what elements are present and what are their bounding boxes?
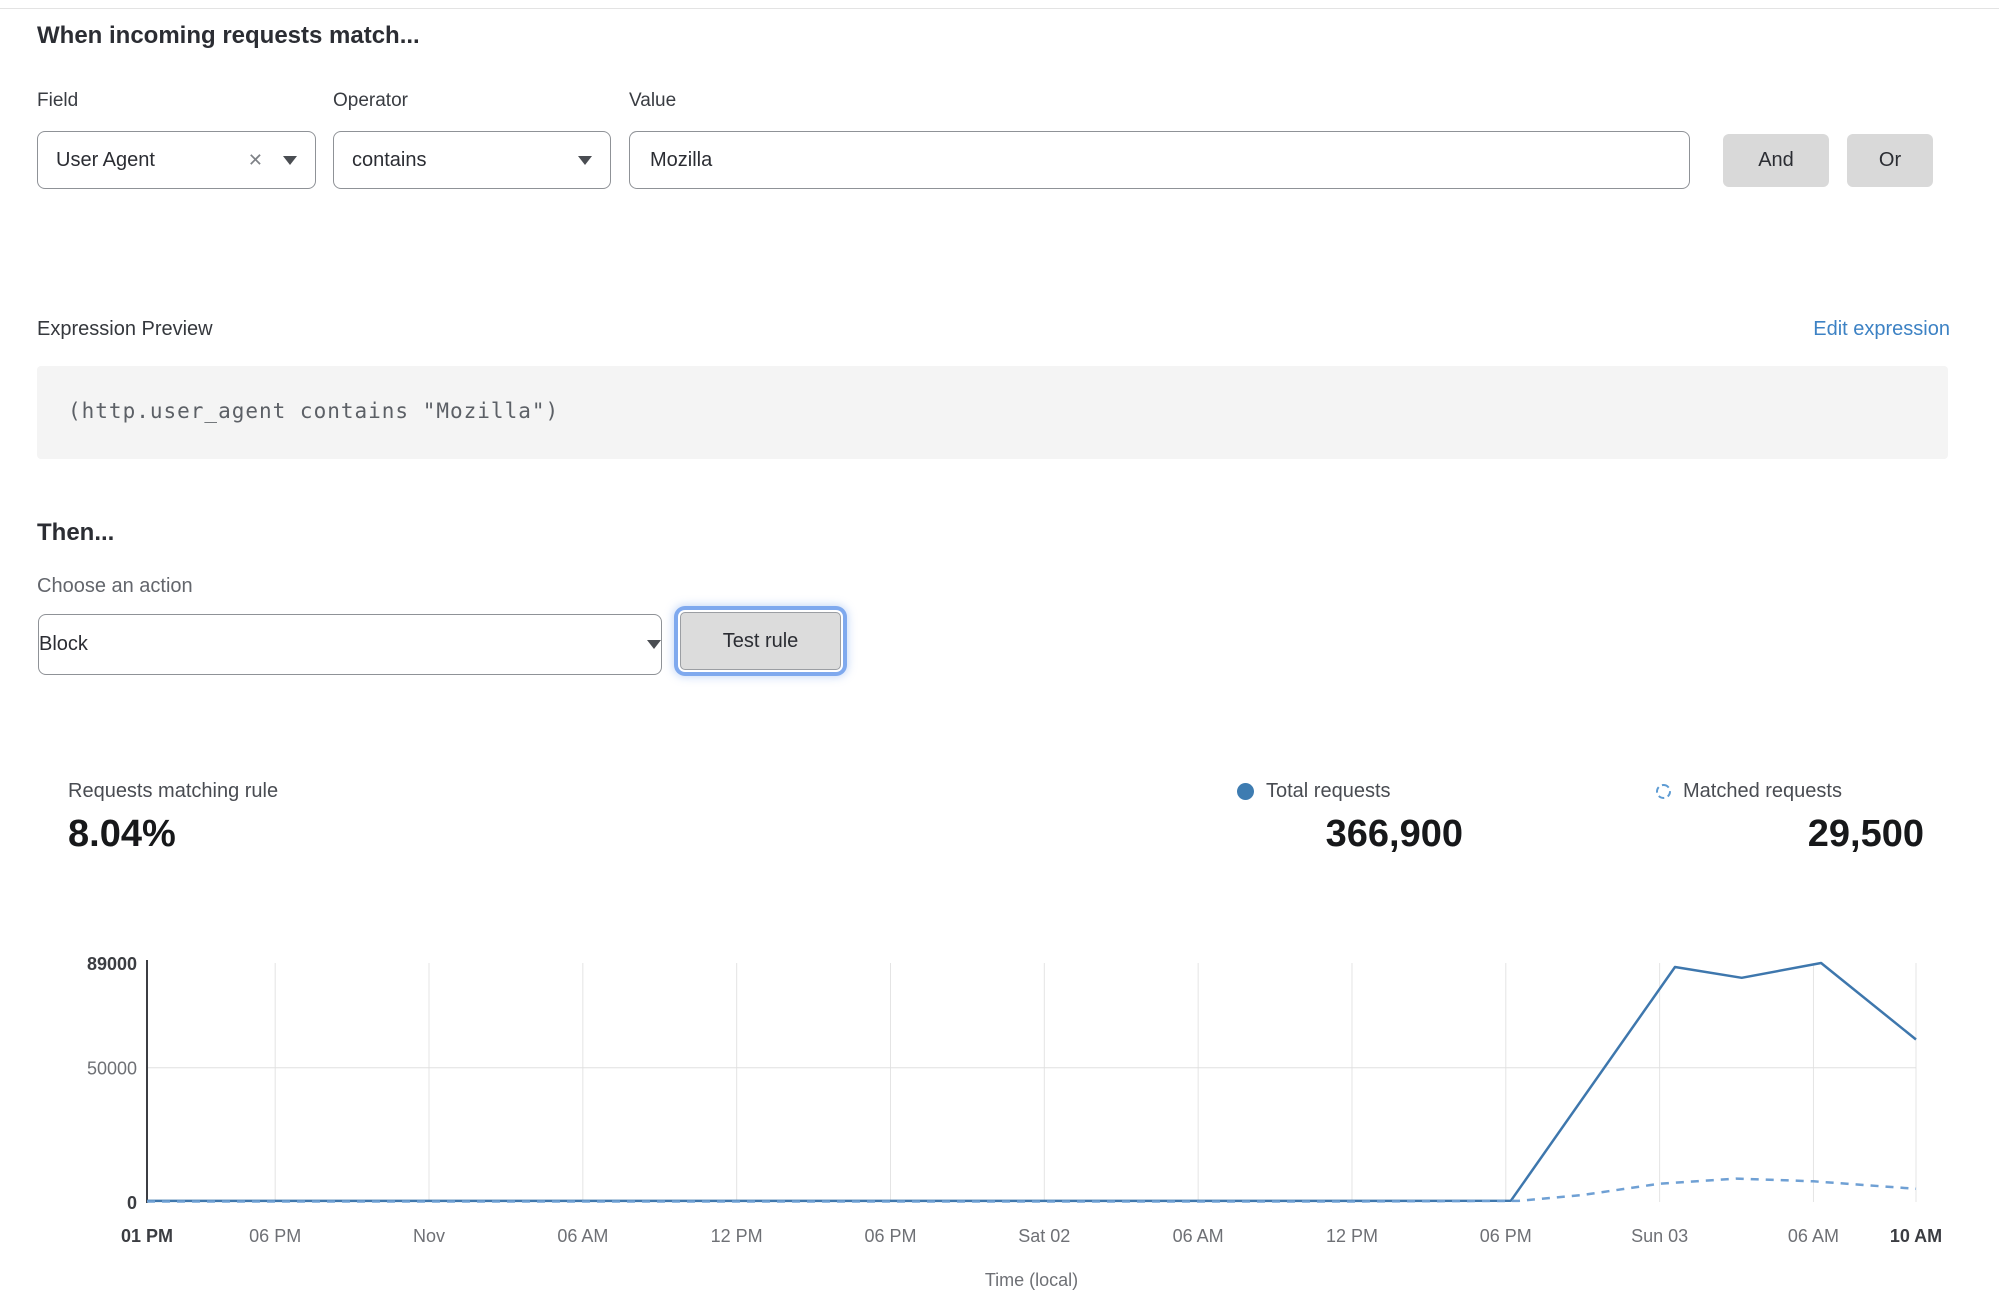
- x-tick-label: 10 AM: [1890, 1226, 1942, 1246]
- expression-preview-label: Expression Preview: [37, 318, 213, 341]
- y-tick-label: 50000: [87, 1059, 137, 1079]
- x-tick-label: Nov: [413, 1226, 445, 1246]
- total-requests-value: 366,900: [1237, 813, 1463, 856]
- y-tick-label: 89000: [87, 954, 137, 974]
- series-total-requests: [147, 963, 1916, 1201]
- or-button[interactable]: Or: [1847, 134, 1933, 187]
- solid-dot-icon: [1237, 783, 1254, 800]
- field-select-value: User Agent: [56, 149, 155, 172]
- x-tick-label: 06 AM: [1173, 1226, 1224, 1246]
- total-requests-label: Total requests: [1266, 780, 1391, 803]
- x-tick-label: 01 PM: [121, 1226, 173, 1246]
- requests-matching-label: Requests matching rule: [68, 780, 278, 803]
- value-input[interactable]: [629, 131, 1690, 189]
- x-tick-label: 12 PM: [711, 1226, 763, 1246]
- action-select[interactable]: Block: [38, 614, 662, 675]
- and-button[interactable]: And: [1723, 134, 1829, 187]
- y-tick-label: 0: [127, 1193, 137, 1213]
- field-label: Field: [37, 90, 78, 112]
- x-tick-label: 06 PM: [1480, 1226, 1532, 1246]
- requests-line-chart: 0 50000 89000 01 PM 06 PM Nov 06 AM 12 PM 06 PM S…: [35, 948, 1965, 1295]
- value-label: Value: [629, 90, 676, 112]
- x-tick-label: 06 AM: [557, 1226, 608, 1246]
- x-tick-label: 06 PM: [249, 1226, 301, 1246]
- expression-code: (http.user_agent contains "Mozilla"): [68, 399, 559, 423]
- x-axis-title: Time (local): [985, 1270, 1078, 1290]
- series-matched-requests: [147, 1179, 1916, 1202]
- x-tick-label: Sat 02: [1018, 1226, 1070, 1246]
- matched-requests-value: 29,500: [1656, 813, 1924, 856]
- firewall-rule-editor: When incoming requests match... Field Op…: [0, 0, 1999, 1295]
- test-rule-button[interactable]: Test rule: [680, 612, 841, 670]
- choose-action-label: Choose an action: [37, 575, 193, 598]
- field-select[interactable]: User Agent ✕: [37, 131, 316, 189]
- page-title: When incoming requests match...: [37, 22, 420, 50]
- x-tick-label: 06 PM: [864, 1226, 916, 1246]
- legend-matched-requests[interactable]: Matched requests 29,500: [1656, 780, 1924, 856]
- matched-requests-label: Matched requests: [1683, 780, 1842, 803]
- chevron-down-icon: [578, 156, 592, 165]
- top-divider: [0, 8, 1999, 9]
- operator-label: Operator: [333, 90, 408, 112]
- x-tick-label: 12 PM: [1326, 1226, 1378, 1246]
- then-heading: Then...: [37, 519, 114, 547]
- x-tick-label: 06 AM: [1788, 1226, 1839, 1246]
- requests-chart: 0 50000 89000 01 PM 06 PM Nov 06 AM 12 PM 06 PM S…: [35, 948, 1965, 1295]
- chevron-down-icon: [647, 640, 661, 649]
- x-tick-label: Sun 03: [1631, 1226, 1688, 1246]
- expression-code-block: (http.user_agent contains "Mozilla"): [37, 366, 1948, 459]
- requests-matching-value: 8.04%: [68, 813, 278, 856]
- dashed-circle-icon: [1656, 784, 1671, 799]
- clear-field-icon[interactable]: ✕: [248, 150, 263, 171]
- operator-select-value: contains: [352, 149, 427, 172]
- legend-total-requests[interactable]: Total requests 366,900: [1237, 780, 1463, 856]
- operator-select[interactable]: contains: [333, 131, 611, 189]
- edit-expression-link[interactable]: Edit expression: [1813, 318, 1950, 341]
- action-select-value: Block: [39, 633, 88, 656]
- requests-matching-stat: Requests matching rule 8.04%: [68, 780, 278, 856]
- chevron-down-icon: [283, 156, 297, 165]
